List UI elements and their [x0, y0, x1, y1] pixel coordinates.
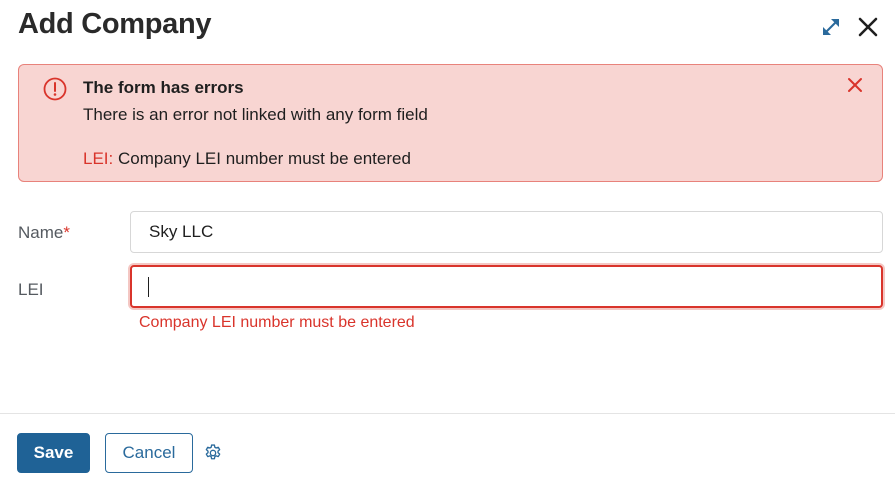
- alert-title: The form has errors: [83, 78, 244, 97]
- cancel-button[interactable]: Cancel: [105, 433, 193, 473]
- gear-icon: [205, 444, 221, 460]
- dialog-title: Add Company: [18, 8, 212, 40]
- alert-message: There is an error not linked with any fo…: [83, 105, 428, 124]
- lei-input[interactable]: [130, 265, 883, 308]
- name-input[interactable]: [130, 211, 883, 253]
- alert-field-error: LEI: Company LEI number must be entered: [83, 149, 411, 169]
- lei-error-message: Company LEI number must be entered: [139, 314, 415, 331]
- add-company-dialog: Add Company The form has errors There is…: [0, 0, 895, 484]
- expand-button[interactable]: [816, 12, 846, 42]
- required-mark: *: [63, 223, 70, 242]
- settings-button[interactable]: [203, 443, 223, 463]
- save-button[interactable]: Save: [17, 433, 90, 473]
- lei-label: LEI: [18, 280, 44, 299]
- error-alert: The form has errors There is an error no…: [18, 64, 883, 182]
- footer-divider: [0, 413, 895, 414]
- expand-icon: [823, 19, 839, 35]
- alert-circle-icon: [43, 77, 67, 101]
- close-button[interactable]: [853, 12, 883, 42]
- text-cursor: [148, 277, 149, 297]
- alert-close-button[interactable]: [845, 75, 865, 95]
- close-icon: [858, 17, 878, 37]
- close-icon: [848, 78, 862, 92]
- name-label-text: Name: [18, 223, 64, 242]
- alert-field-message: Company LEI number must be entered: [113, 149, 411, 168]
- alert-field-name: LEI:: [83, 149, 114, 168]
- name-label: Name*: [18, 223, 70, 243]
